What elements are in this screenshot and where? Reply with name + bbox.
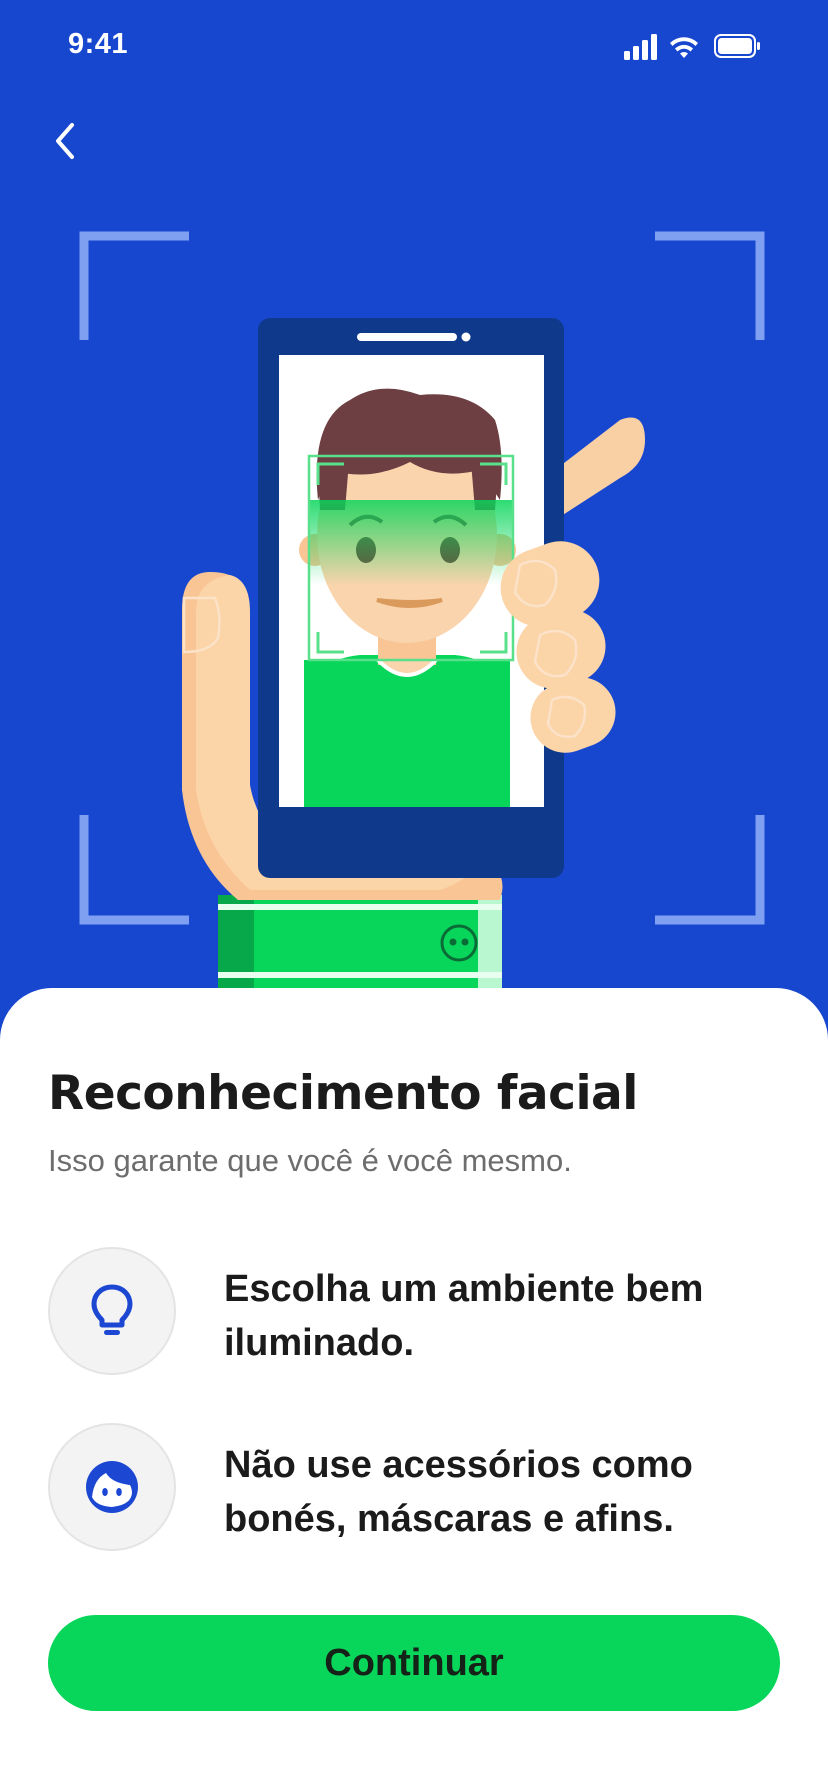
back-button[interactable] [38, 108, 92, 174]
page-subtitle: Isso garante que você é você mesmo. [48, 1143, 572, 1178]
page-title: Reconhecimento facial [48, 1066, 638, 1121]
tip-text-lighting: Escolha um ambiente bem iluminado. [224, 1268, 704, 1364]
continue-button[interactable]: Continuar [48, 1615, 780, 1711]
sleeve [218, 895, 502, 1000]
lightbulb-icon [91, 1284, 133, 1335]
face-scan-illustration [79, 231, 765, 1000]
tip-icon-badge-lighting [48, 1247, 176, 1375]
face-icon [86, 1461, 138, 1513]
tip-text-accessories: Não use acessórios como bonés, máscaras … [224, 1444, 693, 1540]
chevron-left-icon [56, 123, 74, 159]
tip-icon-badge-accessories [48, 1423, 176, 1551]
